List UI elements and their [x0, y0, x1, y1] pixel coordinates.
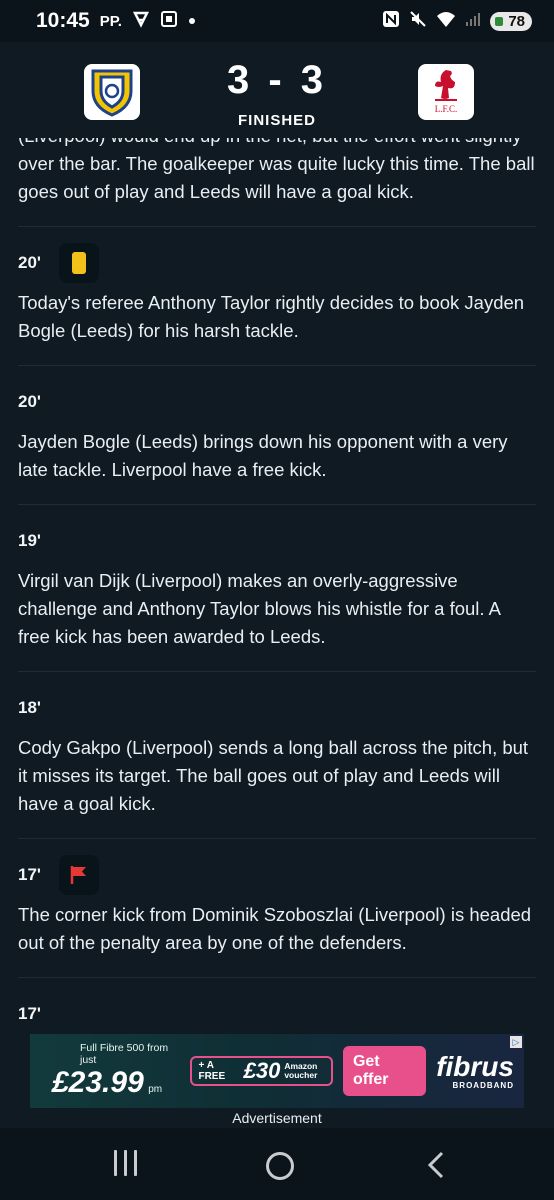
battery-indicator: 78: [490, 11, 532, 31]
ad-small-text: Full Fibre 500 from just: [80, 1042, 169, 1066]
recent-apps-button[interactable]: [110, 1150, 140, 1180]
app-notification-icon: [132, 10, 150, 33]
ad-get-offer-button[interactable]: Get offer: [342, 1046, 427, 1096]
commentary-item: (Liverpool) would end up in the net, but…: [18, 138, 536, 227]
away-team-crest[interactable]: L.F.C.: [418, 64, 474, 120]
commentary-item: 19' Virgil van Dijk (Liverpool) makes an…: [18, 505, 536, 672]
event-minute: 20': [18, 392, 41, 411]
match-header: 3 - 3 FINISHED L.F.C.: [0, 42, 554, 138]
corner-flag-icon: [58, 855, 99, 895]
liverpool-crest-icon: L.F.C.: [435, 70, 458, 114]
ad-brand-sub: BROADBAND: [452, 1080, 514, 1090]
nfc-icon: [382, 10, 400, 33]
ad-info-icon[interactable]: ▷: [510, 1036, 522, 1048]
ad-brand-logo: fibrus BROADBAND: [436, 1050, 514, 1090]
ad-brand-name: fibrus: [436, 1050, 514, 1082]
home-button[interactable]: [266, 1152, 294, 1180]
advertisement-label: Advertisement: [232, 1110, 322, 1126]
screenshot-icon: [160, 10, 178, 33]
advertisement-area: Full Fibre 500 from just £23.99 pm + A F…: [0, 1032, 554, 1128]
commentary-text: Today's referee Anthony Taylor rightly d…: [18, 292, 525, 341]
commentary-item: 20' Jayden Bogle (Leeds) brings down his…: [18, 366, 536, 505]
away-crest-text: L.F.C.: [435, 104, 458, 114]
carrier-tag: PP.: [99, 12, 122, 30]
ad-per-month: pm: [148, 1084, 163, 1095]
ad-price: £23.99: [52, 1066, 144, 1099]
event-minute: 19': [18, 531, 41, 550]
mute-icon: [409, 10, 427, 33]
back-chevron-icon: [427, 1151, 444, 1179]
back-button[interactable]: [424, 1150, 448, 1180]
event-minute: 17': [18, 865, 41, 884]
commentary-item: 18' Cody Gakpo (Liverpool) sends a long …: [18, 672, 536, 839]
event-minute: 18': [18, 698, 41, 717]
signal-icon: [465, 11, 481, 32]
dot-icon: [188, 12, 196, 30]
commentary-item: 17': [18, 978, 536, 1032]
ad-voucher-prefix: + A FREE: [198, 1060, 226, 1082]
commentary-item: 20' Today's referee Anthony Taylor right…: [18, 227, 536, 366]
commentary-feed[interactable]: (Liverpool) would end up in the net, but…: [0, 138, 554, 1032]
event-minute: 20': [18, 253, 41, 272]
ad-voucher-amount: £30: [243, 1058, 281, 1083]
status-time: 10:45: [36, 9, 90, 32]
wifi-icon: [436, 10, 456, 33]
commentary-text: (Liverpool) would end up in the net, but…: [18, 138, 535, 202]
commentary-text: Cody Gakpo (Liverpool) sends a long ball…: [18, 737, 529, 814]
status-bar: 10:45 PP. 78: [0, 0, 554, 42]
commentary-text: The corner kick from Dominik Szoboszlai …: [18, 904, 532, 953]
commentary-item: 17' The corner kick from Dominik Szobosz…: [18, 839, 536, 978]
ad-voucher-suffix: Amazon voucher: [284, 1061, 318, 1080]
system-nav-bar: [0, 1128, 554, 1200]
commentary-text: Virgil van Dijk (Liverpool) makes an ove…: [18, 570, 500, 647]
yellow-card-icon: [58, 243, 99, 283]
ad-banner[interactable]: Full Fibre 500 from just £23.99 pm + A F…: [30, 1034, 524, 1108]
ad-voucher-box: + A FREE £30 Amazon voucher: [190, 1056, 333, 1086]
commentary-text: Jayden Bogle (Leeds) brings down his opp…: [18, 431, 508, 480]
event-minute: 17': [18, 1004, 41, 1023]
